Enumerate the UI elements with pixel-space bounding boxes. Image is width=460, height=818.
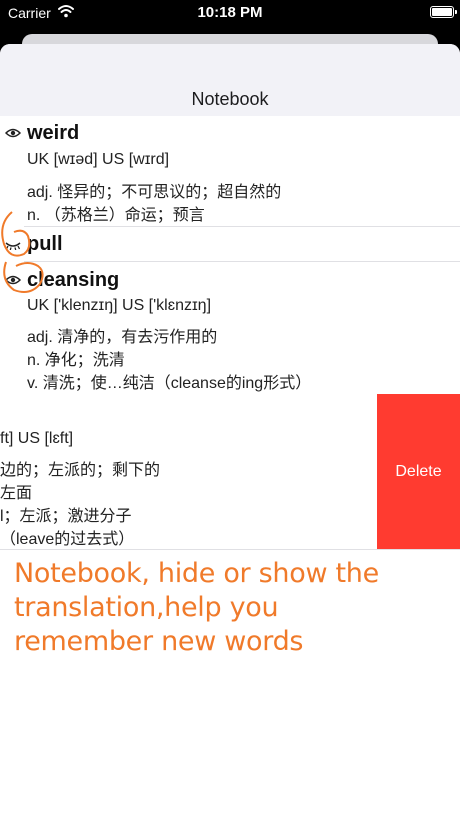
status-bar: Carrier 10:18 PM [0,0,460,26]
word-definition: adj. 清净的，有去污作用的 [27,329,218,346]
eye-open-icon[interactable] [5,275,21,285]
word-definition: （leave的过去式） [0,531,135,548]
status-time: 10:18 PM [197,4,263,21]
divider [24,226,460,227]
word-title: weird [27,122,80,144]
word-phonetic: UK [wɪəd] US [wɪrd] [27,151,170,168]
word-definition: v. 清洗；使…纯洁（cleanse的ing形式） [27,375,312,392]
navigation-bar: Notebook [0,44,460,116]
notebook-sheet: Notebook weird UK [wɪəd] US [wɪrd] adj. … [0,44,460,818]
page-title: Notebook [191,89,269,109]
eye-open-icon[interactable] [5,128,21,138]
promo-line: Notebook, hide or show the [14,558,379,589]
word-title: pull [27,233,63,255]
divider [0,549,460,550]
battery-icon [430,6,457,18]
word-title: cleansing [27,269,120,291]
delete-button[interactable]: Delete [377,394,460,549]
word-phonetic: ft] US [lɛft] [0,430,74,447]
word-definition: adj. 怪异的；不可思议的；超自然的 [27,184,282,201]
word-definition: n. 净化；洗清 [27,352,125,369]
word-definition: l；左派；激进分子 [0,508,132,525]
word-definition: n. （苏格兰）命运；预言 [27,207,205,224]
promo-caption: Notebook, hide or show the translation,h… [14,557,379,659]
list-item-swiped[interactable]: ft] US [lɛft] 边的；左派的；剩下的 左面 l；左派；激进分子 （l… [0,394,460,549]
word-definition: 左面 [0,485,33,502]
eye-closed-icon[interactable] [5,240,21,250]
promo-line: translation,help you [14,592,279,623]
word-definition: 边的；左派的；剩下的 [0,462,161,479]
divider [24,261,460,262]
word-phonetic: UK ['klenzɪŋ] US ['klɛnzɪŋ] [27,297,212,314]
promo-line: remember new words [14,626,304,657]
